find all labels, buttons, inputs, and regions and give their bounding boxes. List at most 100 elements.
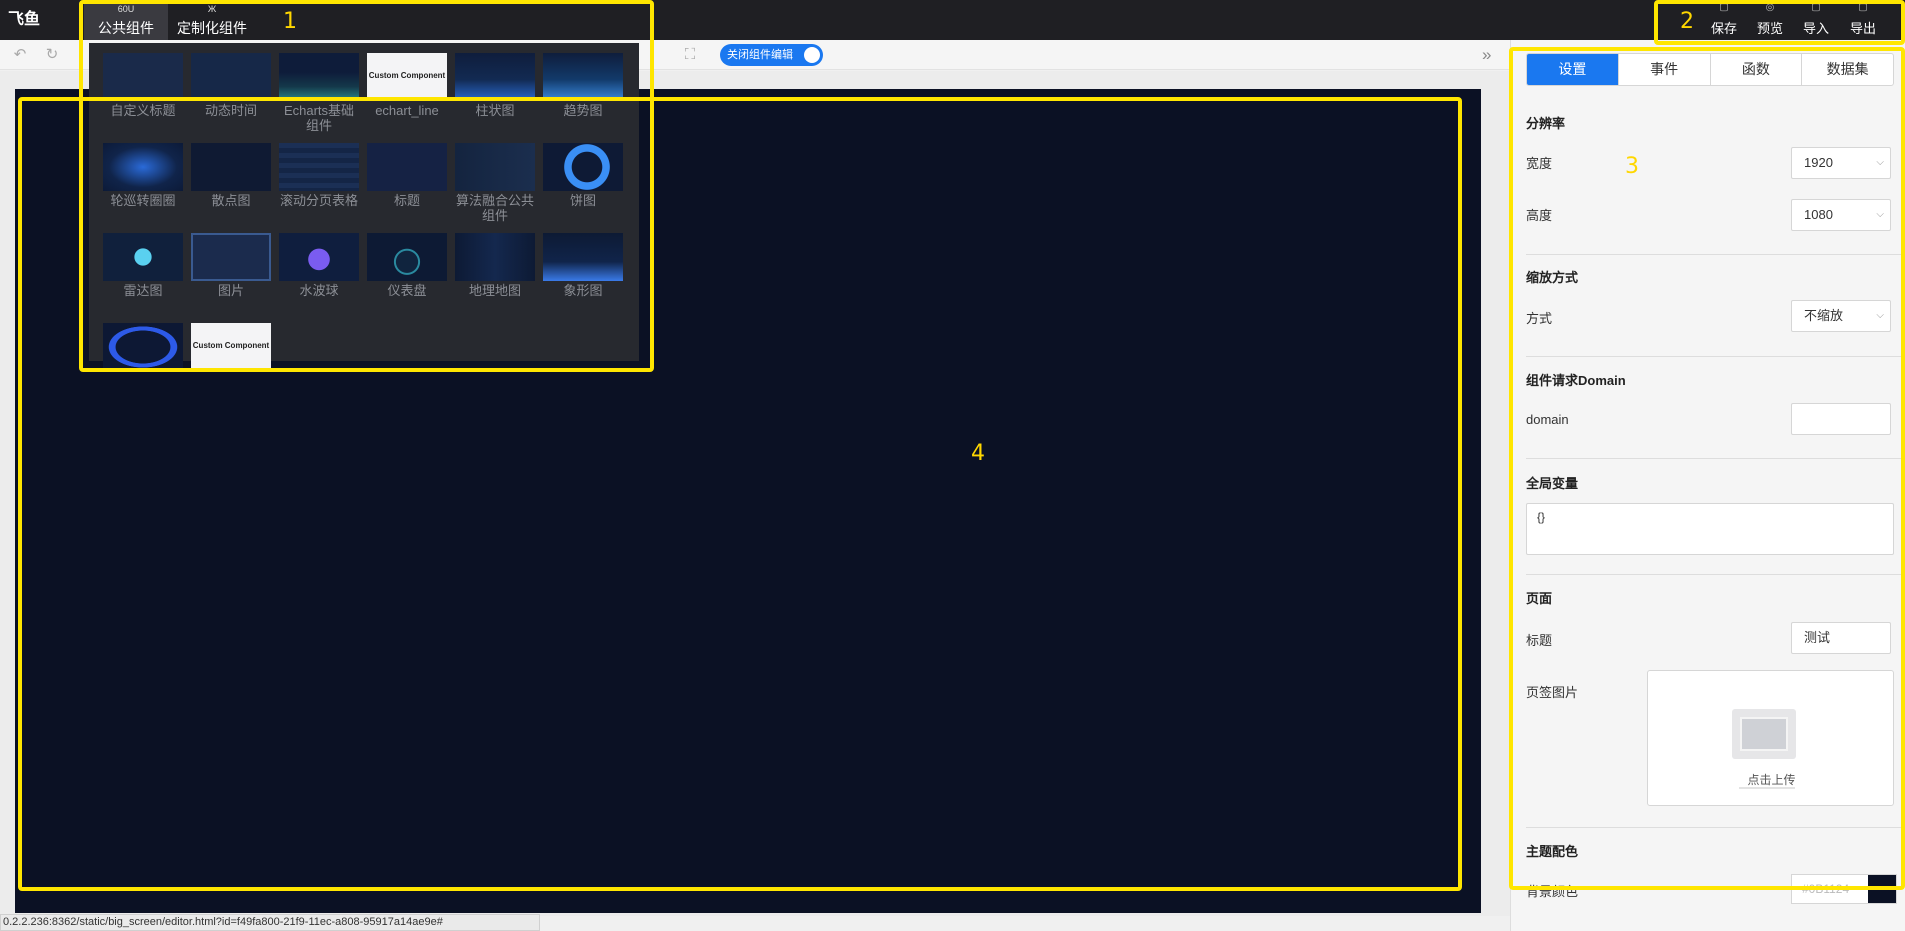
component-label: 水波球: [299, 283, 339, 298]
component-thumbnail: Custom Component: [367, 53, 447, 101]
collapse-panel-icon[interactable]: »: [1482, 45, 1491, 65]
component-item[interactable]: 自定义标题: [103, 53, 183, 137]
component-grid: 自定义标题 动态时间 Echarts基础组件 Custom Component echa…: [103, 53, 639, 389]
export-label: 导出: [1849, 21, 1876, 36]
chevron-down-icon: ⌵: [1876, 157, 1884, 168]
width-select[interactable]: 1920 ⌵: [1791, 147, 1891, 179]
component-item[interactable]: 标题: [367, 143, 447, 227]
component-item[interactable]: 轮巡转圈圈: [103, 143, 183, 227]
component-thumbnail: [103, 143, 183, 191]
bg-color-value: #0B1124: [1802, 882, 1850, 896]
component-thumbnail: [367, 233, 447, 281]
component-edit-toggle[interactable]: 关闭组件编辑: [720, 44, 823, 66]
component-label: 饼图: [569, 193, 596, 208]
fullscreen-icon[interactable]: ⛶: [681, 46, 699, 64]
favicon-upload[interactable]: 点击上传: [1647, 670, 1894, 806]
page-title-label: 标题: [1526, 633, 1553, 648]
upload-text: 点击上传: [1747, 773, 1796, 787]
settings-panel: 设置 事件 函数 数据集 分辨率 宽度 1920 ⌵ 高度 1080 ⌵ 缩放方…: [1510, 40, 1905, 931]
component-label: Echarts基础组件: [283, 103, 355, 133]
resolution-title: 分辨率: [1526, 116, 1566, 131]
component-item[interactable]: [103, 323, 183, 389]
component-item[interactable]: 雷达图: [103, 233, 183, 317]
component-thumbnail: [279, 233, 359, 281]
globals-textarea[interactable]: {}: [1526, 503, 1894, 555]
component-label: 地理地图: [468, 283, 521, 298]
component-item[interactable]: 地理地图: [455, 233, 535, 317]
component-item[interactable]: 象形图: [543, 233, 623, 317]
favicon-label: 页签图片: [1526, 685, 1579, 700]
component-thumbnail: [279, 143, 359, 191]
component-thumbnail: [543, 233, 623, 281]
tab-label: 公共组件: [98, 20, 154, 36]
upload-divider: [1739, 787, 1795, 789]
component-label: 仪表盘: [387, 283, 427, 298]
import-button[interactable]: ▢ 导入: [1793, 0, 1839, 40]
component-thumbnail: [191, 143, 271, 191]
export-button[interactable]: ▢ 导出: [1840, 0, 1886, 40]
tab-custom-components[interactable]: Ж 定制化组件: [168, 0, 256, 40]
tab-events[interactable]: 事件: [1619, 54, 1711, 85]
annotation-number: 1: [283, 9, 297, 34]
tab-functions[interactable]: 函数: [1711, 54, 1803, 85]
component-thumbnail: [543, 53, 623, 101]
component-label: 动态时间: [204, 103, 257, 118]
component-label: 标题: [393, 193, 420, 208]
toggle-knob: [804, 47, 820, 63]
import-icon: ▢: [1811, 2, 1821, 13]
component-thumbnail: [103, 233, 183, 281]
width-value: 1920: [1804, 155, 1833, 170]
component-item[interactable]: 图片: [191, 233, 271, 317]
divider: [1526, 574, 1903, 575]
redo-icon[interactable]: ↻: [43, 46, 61, 64]
save-button[interactable]: ▢ 保存: [1701, 0, 1747, 40]
tab-settings[interactable]: 设置: [1527, 54, 1619, 85]
domain-label: domain: [1526, 412, 1569, 427]
component-thumbnail: [455, 53, 535, 101]
app-title: 飞鱼: [8, 11, 41, 28]
component-item[interactable]: 滚动分页表格: [279, 143, 359, 227]
component-panel: 自定义标题 动态时间 Echarts基础组件 Custom Component echa…: [89, 43, 639, 371]
component-label: 轮巡转圈圈: [110, 193, 176, 208]
tab-public-components[interactable]: 60U 公共组件: [84, 0, 168, 40]
component-item[interactable]: 趋势图: [543, 53, 623, 137]
component-item[interactable]: Custom Component: [191, 323, 271, 389]
height-select[interactable]: 1080 ⌵: [1791, 199, 1891, 231]
component-item[interactable]: 仪表盘: [367, 233, 447, 317]
toggle-label: 关闭组件编辑: [727, 49, 793, 61]
settings-tabs: 设置 事件 函数 数据集: [1526, 53, 1894, 86]
save-label: 保存: [1710, 21, 1737, 36]
divider: [1526, 827, 1903, 828]
component-item[interactable]: 算法融合公共组件: [455, 143, 535, 227]
page-title-input[interactable]: 测试: [1791, 622, 1891, 654]
divider: [1526, 254, 1903, 255]
scale-mode-select[interactable]: 不缩放 ⌵: [1791, 300, 1891, 332]
divider: [1526, 356, 1903, 357]
component-label: 自定义标题: [110, 103, 176, 118]
bg-color-input[interactable]: #0B1124: [1791, 874, 1897, 904]
component-item[interactable]: Echarts基础组件: [279, 53, 359, 137]
component-item[interactable]: 散点图: [191, 143, 271, 227]
annotation-number: 3: [1625, 154, 1639, 179]
component-item[interactable]: 水波球: [279, 233, 359, 317]
component-item[interactable]: 饼图: [543, 143, 623, 227]
domain-input[interactable]: [1791, 403, 1891, 435]
annotation-number: 2: [1680, 9, 1694, 34]
component-item[interactable]: 柱状图: [455, 53, 535, 137]
theme-title: 主题配色: [1526, 844, 1579, 859]
tab-datasets[interactable]: 数据集: [1802, 54, 1893, 85]
components-icon: 60U: [117, 4, 135, 14]
preview-label: 预览: [1756, 21, 1783, 36]
color-swatch[interactable]: [1868, 875, 1896, 903]
tab-label: 定制化组件: [177, 20, 247, 36]
preview-button[interactable]: ◎ 预览: [1747, 0, 1793, 40]
component-item[interactable]: Custom Component echart_line: [367, 53, 447, 137]
scale-mode-label: 方式: [1526, 311, 1553, 326]
custom-component-text: Custom Component: [192, 341, 270, 350]
component-label: 散点图: [211, 193, 251, 208]
bg-color-label: 背景颜色: [1526, 884, 1579, 899]
import-label: 导入: [1802, 21, 1829, 36]
component-item[interactable]: 动态时间: [191, 53, 271, 137]
undo-icon[interactable]: ↶: [11, 46, 29, 64]
annotation-number: 4: [971, 441, 985, 466]
